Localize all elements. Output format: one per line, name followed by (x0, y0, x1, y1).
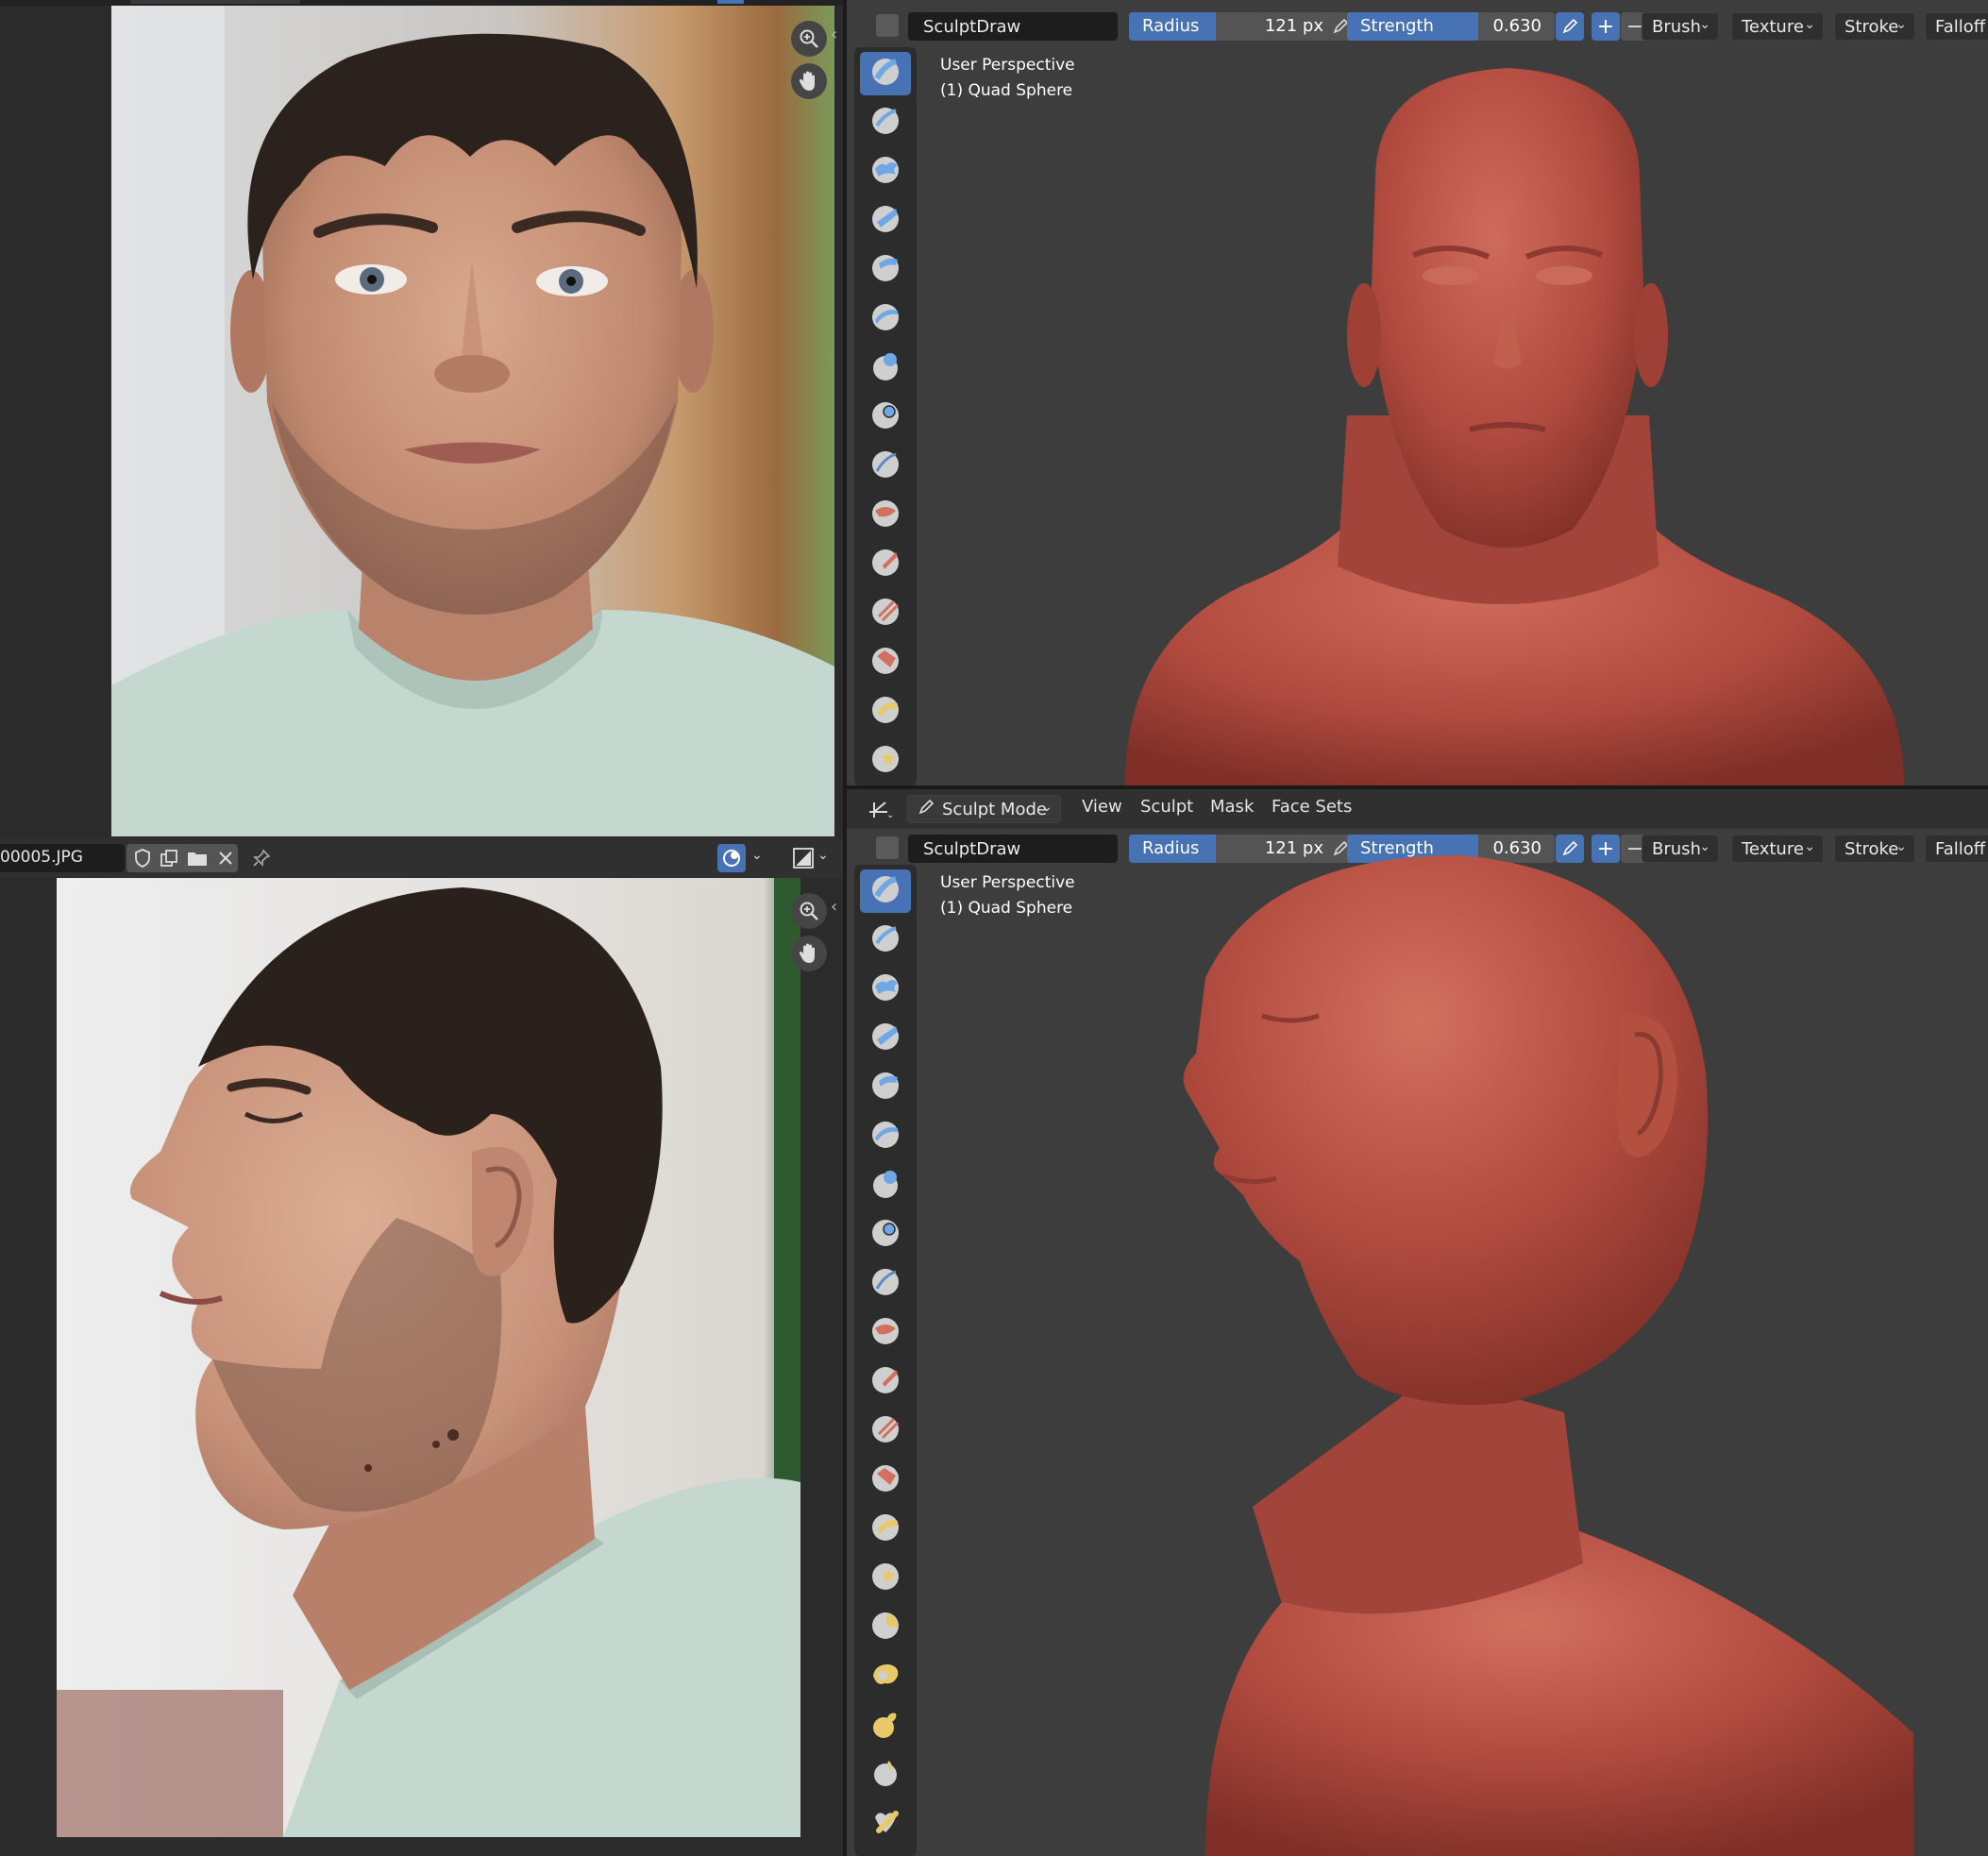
pinch-brush-icon (869, 1561, 901, 1597)
tool-layer[interactable] (860, 1115, 911, 1158)
tool-flatten[interactable] (860, 1360, 911, 1404)
smooth-brush-icon (869, 1315, 901, 1352)
flatten-brush-icon (869, 1364, 901, 1401)
tool-elastic-deform[interactable] (860, 1655, 911, 1698)
tool-flatten[interactable] (860, 543, 911, 586)
tool-blob[interactable] (860, 1213, 911, 1257)
tool-draw[interactable] (860, 52, 911, 95)
pinch-brush-icon (869, 743, 901, 780)
open-folder-icon[interactable] (185, 846, 210, 870)
scrape-brush-icon (869, 1462, 901, 1499)
viewport-top[interactable]: SculptDraw Radius 121 px Strength 0.630 … (847, 0, 1988, 785)
draw-brush-icon (869, 56, 901, 93)
sculpt-mesh-front[interactable] (847, 0, 1988, 785)
tool-scrape[interactable] (860, 641, 911, 684)
inflate-brush-icon (869, 1168, 901, 1205)
tool-pinch[interactable] (860, 739, 911, 783)
snake-hook-brush-icon (869, 1708, 901, 1745)
close-icon[interactable] (213, 846, 238, 870)
clay-brush-icon (869, 971, 901, 1008)
zoom-icon[interactable] (791, 21, 827, 57)
draw-sharp-brush-icon (869, 922, 901, 959)
tool-pinch[interactable] (860, 1557, 911, 1600)
clay-thumb-brush-icon (869, 252, 901, 289)
image-filename: 00005.JPG (0, 848, 83, 867)
inflate-brush-icon (869, 350, 901, 387)
display-channels-icon[interactable] (791, 846, 816, 870)
pan-hand-icon[interactable] (791, 936, 827, 971)
tool-draw-sharp[interactable] (860, 919, 911, 962)
tool-multiplane-scrape[interactable] (860, 1508, 911, 1551)
crease-brush-icon (869, 1266, 901, 1303)
layer-brush-icon (869, 301, 901, 338)
side-reference-photo (57, 878, 800, 1837)
flatten-brush-icon (869, 547, 901, 583)
tool-clay-strips[interactable] (860, 199, 911, 243)
zoom-icon[interactable] (791, 893, 827, 929)
tool-thumb[interactable] (860, 1753, 911, 1797)
tool-crease[interactable] (860, 445, 911, 488)
draw-brush-icon (869, 873, 901, 910)
sculpt-mesh-side[interactable] (847, 789, 1988, 1856)
collapse-arrow-icon[interactable]: ‹ (831, 897, 837, 917)
front-reference-photo (111, 6, 834, 836)
tool-multiplane-scrape[interactable] (860, 690, 911, 734)
clay-brush-icon (869, 154, 901, 191)
fill-brush-icon (869, 1413, 901, 1450)
blob-brush-icon (869, 1217, 901, 1254)
clay-strips-brush-icon (869, 1021, 901, 1057)
grab-brush-icon (869, 1610, 901, 1646)
tool-pose[interactable] (860, 1802, 911, 1846)
overlays-dropdown-chevron-icon[interactable]: ⌄ (751, 848, 763, 863)
collapse-arrow-icon[interactable]: ‹ (831, 25, 837, 44)
clay-thumb-brush-icon (869, 1070, 901, 1106)
tool-fill[interactable] (860, 592, 911, 635)
tool-clay-strips[interactable] (860, 1017, 911, 1060)
draw-sharp-brush-icon (869, 105, 901, 142)
fake-user-shield-icon[interactable] (130, 846, 155, 870)
clay-strips-brush-icon (869, 203, 901, 240)
scrape-brush-icon (869, 645, 901, 682)
tool-scrape[interactable] (860, 1459, 911, 1502)
fill-brush-icon (869, 596, 901, 633)
tool-smooth[interactable] (860, 1311, 911, 1355)
pin-icon[interactable] (249, 846, 274, 870)
overlays-toggle-icon[interactable] (717, 844, 746, 872)
display-channels-chevron-icon[interactable]: ⌄ (817, 848, 829, 863)
crease-brush-icon (869, 448, 901, 485)
tool-clay-thumb[interactable] (860, 1066, 911, 1109)
thumb-brush-icon (869, 1757, 901, 1794)
tool-crease[interactable] (860, 1262, 911, 1306)
multiplane-scrape-brush-icon (869, 1511, 901, 1548)
blob-brush-icon (869, 399, 901, 436)
tool-clay-thumb[interactable] (860, 248, 911, 292)
tool-shelf (854, 865, 917, 1856)
tool-inflate[interactable] (860, 346, 911, 390)
image-filename-field[interactable]: 00005.JPG (0, 844, 125, 872)
image-editor-bottom: ‹ (0, 878, 843, 1856)
tool-fill[interactable] (860, 1409, 911, 1453)
tool-smooth[interactable] (860, 494, 911, 537)
layer-brush-icon (869, 1119, 901, 1156)
viewport-bottom[interactable]: ⌄ Sculpt Mode ⌄ View Sculpt Mask Face Set… (847, 789, 1988, 1856)
pan-hand-icon[interactable] (791, 63, 827, 99)
elastic-deform-brush-icon (869, 1659, 901, 1696)
smooth-brush-icon (869, 498, 901, 534)
tool-draw-sharp[interactable] (860, 101, 911, 144)
tool-snake-hook[interactable] (860, 1704, 911, 1747)
duplicate-icon[interactable] (157, 846, 181, 870)
tool-clay[interactable] (860, 150, 911, 194)
image-editor-header: 00005.JPG ⌄ ⌄ (0, 838, 843, 878)
multiplane-scrape-brush-icon (869, 694, 901, 731)
tool-draw[interactable] (860, 869, 911, 913)
image-editor-top: ‹ (0, 0, 843, 838)
tool-clay[interactable] (860, 968, 911, 1011)
pose-brush-icon (869, 1806, 901, 1843)
tool-layer[interactable] (860, 297, 911, 341)
tool-blob[interactable] (860, 396, 911, 439)
tool-shelf (854, 47, 917, 785)
tool-inflate[interactable] (860, 1164, 911, 1207)
tool-grab[interactable] (860, 1606, 911, 1649)
